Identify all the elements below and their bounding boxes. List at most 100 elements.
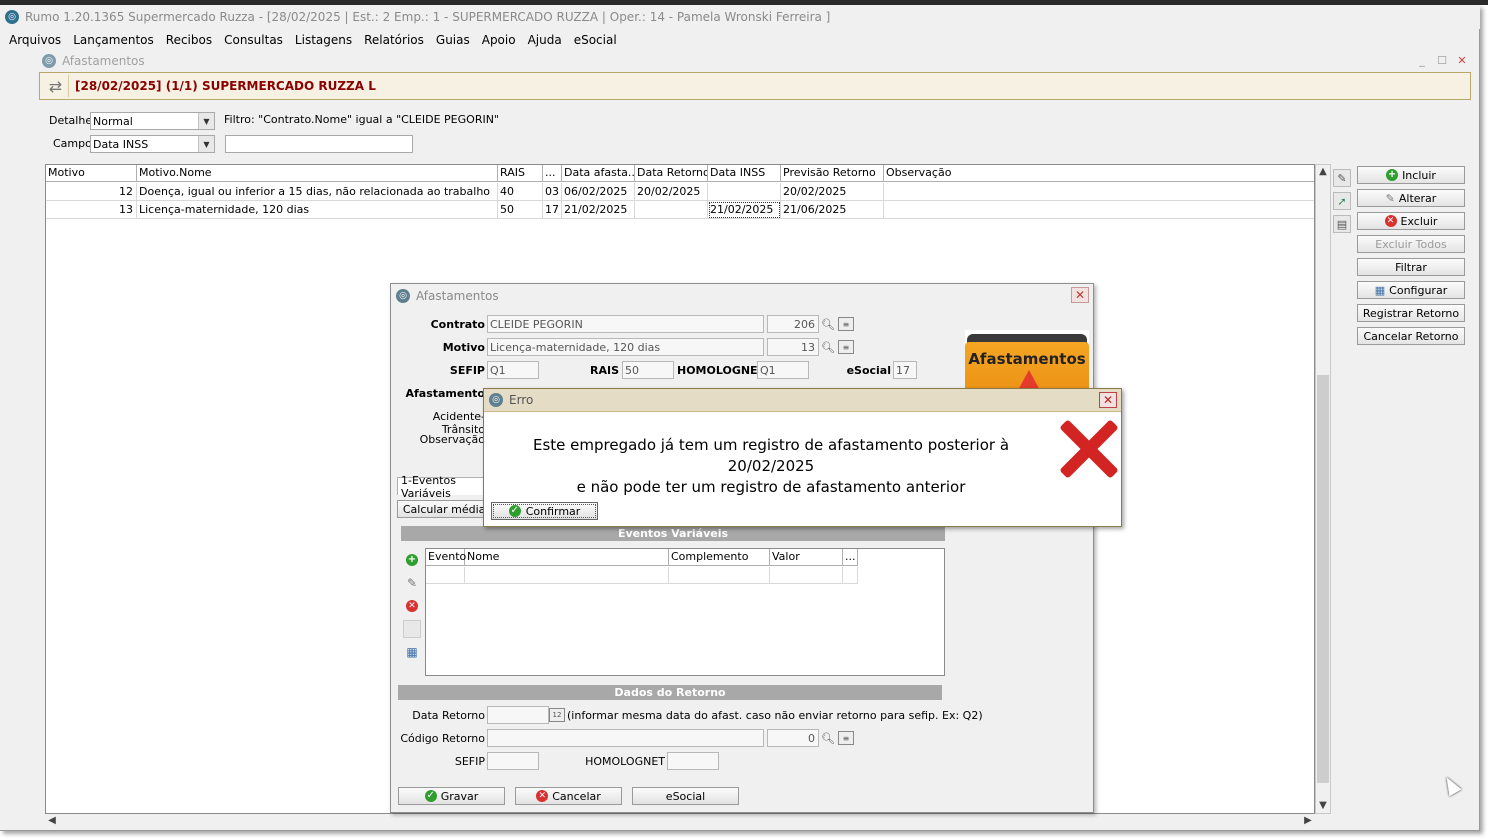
scroll-down-icon[interactable]: ▼ xyxy=(1316,799,1330,813)
cell-data-inss-focused[interactable]: 21/02/2025 xyxy=(708,201,781,219)
menu-consultas[interactable]: Consultas xyxy=(219,33,288,47)
export-icon[interactable]: ➚ xyxy=(1333,192,1351,210)
search-icon[interactable]: 🔍︎ xyxy=(820,316,836,332)
table-icon[interactable]: ▦ xyxy=(403,643,421,661)
empty-cell[interactable] xyxy=(669,567,770,584)
homolognet-field[interactable]: Q1 xyxy=(757,361,809,379)
check-icon: ✓ xyxy=(424,790,437,802)
gravar-label: Gravar xyxy=(440,789,479,803)
esocial-button[interactable]: eSocial xyxy=(632,787,739,805)
minimize-icon[interactable]: _ xyxy=(1414,54,1430,68)
grid-horizontal-scrollbar[interactable]: ◀ ▶ xyxy=(45,814,1315,828)
col-motivo[interactable]: Motivo xyxy=(46,165,137,182)
data-retorno-field[interactable] xyxy=(487,706,549,724)
esocial-field[interactable]: 17 xyxy=(893,361,917,379)
col-data-afastamento[interactable]: Data afasta... xyxy=(562,165,635,182)
menu-guias[interactable]: Guias xyxy=(431,33,475,47)
detalhe-select[interactable]: Normal ▼ xyxy=(90,112,215,130)
scroll-thumb[interactable] xyxy=(1317,375,1329,783)
col-nome[interactable]: Nome xyxy=(465,549,669,566)
empty-cell[interactable] xyxy=(465,567,669,584)
list-icon[interactable]: ≡ xyxy=(838,731,854,745)
menu-apoio[interactable]: Apoio xyxy=(477,33,521,47)
error-close-icon[interactable]: ✕ xyxy=(1099,392,1117,408)
empty-cell[interactable] xyxy=(426,567,465,584)
registrar-retorno-button[interactable]: Registrar Retorno xyxy=(1357,304,1465,322)
empty-cell[interactable] xyxy=(843,567,858,584)
menu-lancamentos[interactable]: Lançamentos xyxy=(68,33,159,47)
calcular-medias-button[interactable]: Calcular médias xyxy=(397,500,497,518)
homolognet-retorno-field[interactable] xyxy=(667,752,719,770)
delete-icon[interactable]: ✕ xyxy=(403,597,421,615)
col-valor[interactable]: Valor xyxy=(770,549,843,566)
table-row[interactable]: 13 Licença-maternidade, 120 dias 50 17 2… xyxy=(46,201,1314,219)
sefip-retorno-field[interactable] xyxy=(487,752,539,770)
configurar-button[interactable]: ▦ Configurar xyxy=(1357,281,1465,299)
print-icon[interactable]: ▤ xyxy=(1333,215,1351,233)
motivo-field[interactable]: Licença-maternidade, 120 dias xyxy=(487,338,764,356)
sefip-field[interactable]: Q1 xyxy=(487,361,539,379)
menu-esocial[interactable]: eSocial xyxy=(569,33,622,47)
codigo-retorno-code[interactable]: 0 xyxy=(767,729,819,747)
registrar-retorno-label: Registrar Retorno xyxy=(1362,306,1460,320)
gravar-button[interactable]: ✓ Gravar xyxy=(398,787,505,805)
search-icon[interactable]: 🔍︎ xyxy=(820,730,836,746)
excluir-button[interactable]: ✕ Excluir xyxy=(1357,212,1465,230)
col-observacao[interactable]: Observação xyxy=(884,165,1314,182)
col-complemento[interactable]: Complemento xyxy=(669,549,770,566)
cancelar-button[interactable]: ✕ Cancelar xyxy=(515,787,622,805)
cell-previsao-retorno: 21/06/2025 xyxy=(781,201,884,219)
tab-eventos-variaveis[interactable]: 1-Eventos Variáveis xyxy=(397,474,497,500)
filter-value-input[interactable] xyxy=(225,135,413,153)
pencil-icon[interactable]: ✎ xyxy=(1333,169,1351,187)
menu-listagens[interactable]: Listagens xyxy=(290,33,357,47)
error-message-line1: Este empregado já tem um registro de afa… xyxy=(532,436,1010,475)
alterar-button[interactable]: ✎ Alterar xyxy=(1357,189,1465,207)
close-icon[interactable]: ✕ xyxy=(1454,54,1470,68)
campo-select[interactable]: Data INSS ▼ xyxy=(90,135,215,153)
menu-relatorios[interactable]: Relatórios xyxy=(359,33,429,47)
confirmar-button[interactable]: ✓ Confirmar xyxy=(491,502,598,520)
col-dots[interactable]: ... xyxy=(843,549,858,566)
grid-vertical-scrollbar[interactable]: ▲ ▼ xyxy=(1315,164,1331,814)
blank-tool-icon[interactable] xyxy=(403,620,421,638)
col-data-retorno[interactable]: Data Retorno xyxy=(635,165,708,182)
dialog-close-icon[interactable]: ✕ xyxy=(1071,287,1089,303)
dialog-icon: ◎ xyxy=(396,289,410,303)
empty-cell[interactable] xyxy=(770,567,843,584)
motivo-code-field[interactable]: 13 xyxy=(767,338,819,356)
rais-label: RAIS xyxy=(590,364,619,377)
calendar-icon[interactable]: 12 xyxy=(549,708,565,722)
incluir-button[interactable]: + Incluir xyxy=(1357,166,1465,184)
contrato-code-field[interactable]: 206 xyxy=(767,315,819,333)
contrato-field[interactable]: CLEIDE PEGORIN xyxy=(487,315,764,333)
col-data-inss[interactable]: Data INSS xyxy=(708,165,781,182)
list-icon[interactable]: ≡ xyxy=(838,317,854,331)
list-icon[interactable]: ≡ xyxy=(838,340,854,354)
cancelar-retorno-button[interactable]: Cancelar Retorno xyxy=(1357,327,1465,345)
configure-icon: ▦ xyxy=(1374,283,1386,297)
menu-ajuda[interactable]: Ajuda xyxy=(523,33,567,47)
col-previsao-retorno[interactable]: Previsão Retorno xyxy=(781,165,884,182)
col-motivo-nome[interactable]: Motivo.Nome xyxy=(137,165,498,182)
dialog-title-bar: ◎ Afastamentos ✕ xyxy=(391,284,1093,308)
menu-recibos[interactable]: Recibos xyxy=(161,33,217,47)
search-icon[interactable]: 🔍︎ xyxy=(820,339,836,355)
record-header-bar: ⇄ [28/02/2025] (1/1) SUPERMERCADO RUZZA … xyxy=(39,72,1471,100)
add-icon[interactable]: + xyxy=(403,551,421,569)
col-evento[interactable]: Evento xyxy=(426,549,466,566)
table-row[interactable]: 12 Doença, igual ou inferior a 15 dias, … xyxy=(46,183,1314,201)
codigo-retorno-field[interactable] xyxy=(487,729,764,747)
maximize-icon[interactable]: ☐ xyxy=(1434,54,1450,68)
rais-field[interactable]: 50 xyxy=(622,361,674,379)
scroll-up-icon[interactable]: ▲ xyxy=(1316,165,1330,179)
col-rais[interactable]: RAIS xyxy=(498,165,543,182)
swap-arrows-icon[interactable]: ⇄ xyxy=(43,75,69,97)
excluir-todos-button[interactable]: Excluir Todos xyxy=(1357,235,1465,253)
scroll-left-icon[interactable]: ◀ xyxy=(45,814,59,828)
scroll-right-icon[interactable]: ▶ xyxy=(1301,814,1315,828)
filtrar-button[interactable]: Filtrar xyxy=(1357,258,1465,276)
menu-arquivos[interactable]: Arquivos xyxy=(4,33,66,47)
edit-icon[interactable]: ✎ xyxy=(403,574,421,592)
col-dots[interactable]: ... xyxy=(543,165,562,182)
